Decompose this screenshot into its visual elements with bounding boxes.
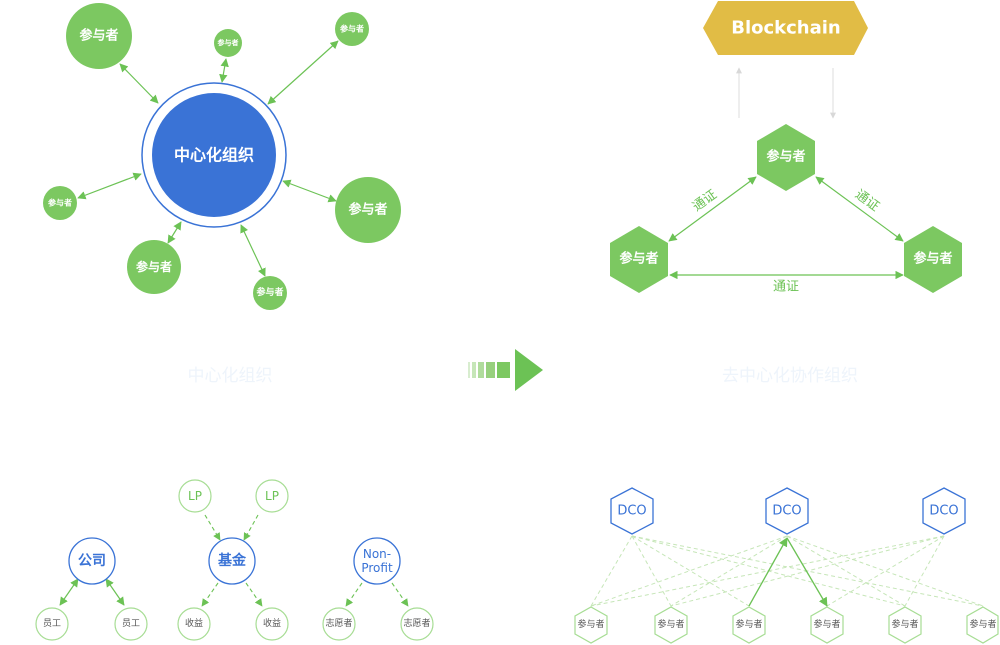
center-label: 中心化组织	[174, 146, 254, 165]
token-edge	[668, 176, 757, 242]
decentralized-caption: 去中心化协作组织	[722, 366, 858, 386]
dco-mesh-links	[590, 535, 984, 607]
nonprofit-label-line2: Profit	[361, 561, 393, 575]
connector-arrow	[201, 582, 219, 607]
volunteer-label: 志愿者	[325, 617, 352, 629]
fund-node: 基金	[208, 537, 256, 585]
token-edge	[815, 176, 904, 242]
participant-label: 参与者	[79, 28, 118, 44]
participant-node: 参与者	[214, 29, 242, 57]
employee-node: 员工	[35, 607, 69, 641]
participant-hex-node: 参与者	[966, 606, 999, 644]
participant-label: 参与者	[735, 618, 762, 630]
participant-label: 参与者	[913, 251, 952, 267]
participant-hex-node: 参与者	[810, 606, 844, 644]
participant-node: 参与者	[335, 177, 401, 243]
participant-node: 参与者	[335, 12, 369, 46]
participant-hex-node: 参与者	[888, 606, 922, 644]
participant-hex-node: 参与者	[904, 226, 962, 293]
company-node: 公司	[68, 537, 116, 585]
token-edge-label: 通证	[773, 280, 799, 295]
employee-label: 员工	[43, 618, 61, 629]
employee-label: 员工	[122, 618, 140, 629]
connector-arrow	[243, 514, 259, 541]
dco-label: DCO	[617, 504, 646, 519]
participant-label: 参与者	[577, 618, 604, 630]
participant-node: 参与者	[127, 240, 181, 294]
connector-arrow	[267, 40, 339, 105]
dco-label: DCO	[929, 504, 958, 519]
dco-node: DCO	[610, 487, 654, 535]
connector-arrow	[240, 224, 266, 277]
participant-hex-node: 参与者	[574, 606, 608, 644]
lp-label: LP	[188, 489, 202, 503]
connector-arrow	[245, 582, 263, 607]
connector-arrow	[167, 221, 182, 244]
participant-label: 参与者	[339, 24, 364, 34]
nonprofit-node: Non- Profit	[353, 537, 401, 585]
participant-label: 参与者	[657, 618, 684, 630]
connector-arrow	[119, 63, 159, 104]
participant-hex-node: 参与者	[732, 606, 766, 644]
connector-arrow	[282, 179, 337, 203]
centralized-caption: 中心化组织	[188, 366, 273, 386]
connector-arrow	[105, 578, 125, 606]
participant-label: 参与者	[136, 259, 172, 274]
connector-arrow	[391, 582, 409, 607]
connector-arrow	[345, 582, 363, 607]
participant-label: 参与者	[218, 38, 239, 47]
income-label: 收益	[185, 617, 203, 629]
connector-arrow	[219, 58, 229, 83]
income-label: 收益	[263, 617, 281, 629]
participant-label: 参与者	[256, 286, 283, 298]
lp-node: LP	[178, 479, 212, 513]
dco-node: DCO	[765, 487, 809, 535]
transition-arrow-icon	[468, 349, 543, 391]
participant-hex-node: 参与者	[654, 606, 688, 644]
token-edge-label: 通证	[690, 187, 720, 214]
connector-arrow	[59, 578, 79, 606]
centralized-organization-diagram: 中心化组织 参与者 参与者 参与者 参与者 参与者 参与者 参与者	[43, 3, 401, 310]
participant-label: 参与者	[619, 251, 658, 267]
dco-network-diagram: DCO DCO DCO 参与者 参与者 参与者 参与者 参与者 参与者	[574, 487, 999, 644]
participant-node: 参与者	[43, 186, 77, 220]
company-label: 公司	[78, 553, 106, 569]
participant-hex-node: 参与者	[610, 226, 668, 293]
participant-label: 参与者	[891, 618, 918, 630]
dco-link-arrow	[748, 537, 788, 607]
volunteer-node: 志愿者	[322, 607, 356, 641]
participant-node: 参与者	[253, 276, 287, 310]
blockchain-diagram: Blockchain 通证 通证 通证 参与者 参与者 参与者	[610, 1, 962, 295]
volunteer-label: 志愿者	[403, 617, 430, 629]
participant-label: 参与者	[969, 618, 996, 630]
lp-label: LP	[265, 489, 279, 503]
traditional-organizations-diagram: 公司 员工 员工 LP LP 基金 收益 收益 Non- Profit 志愿者 …	[35, 479, 434, 641]
participant-node: 参与者	[66, 3, 132, 69]
participant-label: 参与者	[348, 202, 387, 218]
volunteer-node: 志愿者	[400, 607, 434, 641]
connector-arrow	[77, 172, 142, 200]
income-node: 收益	[255, 607, 289, 641]
employee-node: 员工	[114, 607, 148, 641]
dco-node: DCO	[922, 487, 966, 535]
nonprofit-label-line1: Non-	[363, 547, 391, 561]
participant-label: 参与者	[813, 618, 840, 630]
participant-hex-node: 参与者	[757, 124, 815, 191]
participant-label: 参与者	[766, 149, 805, 165]
fund-label: 基金	[218, 552, 247, 569]
connector-arrow	[204, 514, 221, 541]
participant-label: 参与者	[47, 198, 72, 208]
blockchain-label: Blockchain	[731, 18, 841, 39]
token-edge-label: 通证	[852, 187, 882, 214]
income-node: 收益	[177, 607, 211, 641]
dco-label: DCO	[772, 504, 801, 519]
lp-node: LP	[255, 479, 289, 513]
organization-comparison-diagram: 中心化组织 参与者 参与者 参与者 参与者 参与者 参与者 参与者 Blockc…	[35, 1, 999, 644]
